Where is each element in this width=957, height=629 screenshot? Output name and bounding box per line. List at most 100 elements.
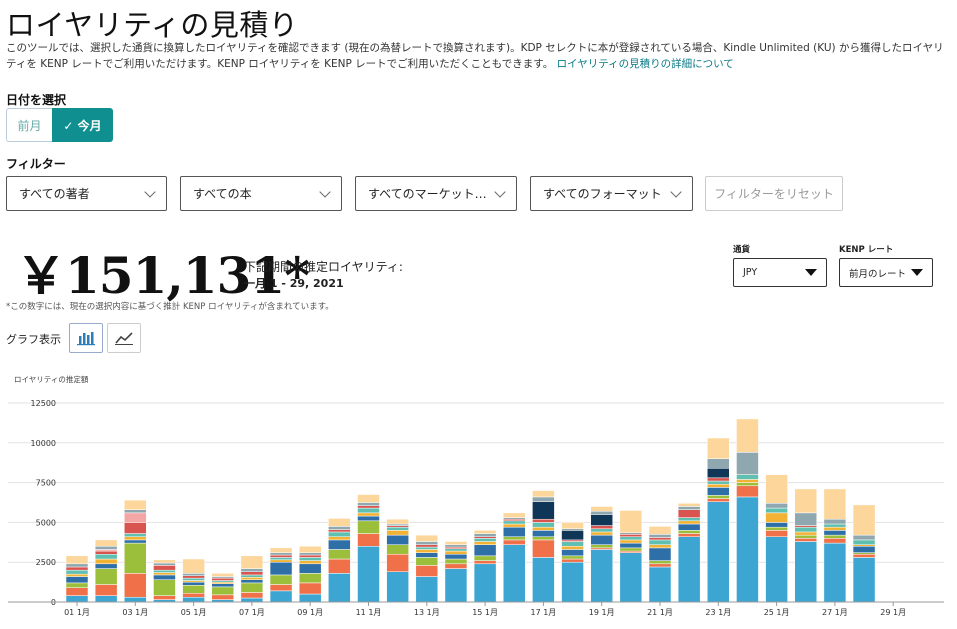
bar-segment[interactable] (648, 537, 672, 541)
bar-segment[interactable] (736, 496, 759, 603)
bar-segment[interactable] (590, 514, 613, 526)
bar-segment[interactable] (590, 549, 613, 603)
bar-segment[interactable] (794, 538, 817, 542)
bar-segment[interactable] (357, 507, 380, 514)
bar-segment[interactable] (532, 536, 555, 541)
bar-segment[interactable] (736, 482, 759, 487)
bar-segment[interactable] (240, 577, 264, 580)
kenp-rate-select[interactable]: 前月のレート (839, 258, 933, 287)
bar-segment[interactable] (328, 518, 351, 527)
bar-segment[interactable] (561, 541, 584, 547)
bar-segment[interactable] (532, 501, 555, 520)
bar-segment[interactable] (211, 577, 234, 581)
bar-segment[interactable] (590, 525, 613, 530)
bar-segment[interactable] (65, 555, 89, 565)
bar-segment[interactable] (240, 597, 264, 603)
bar-segment[interactable] (124, 509, 147, 514)
bar-segment[interactable] (124, 499, 147, 510)
bar-segment[interactable] (415, 549, 439, 553)
bar-segment[interactable] (65, 573, 89, 577)
bar-segment[interactable] (124, 596, 147, 603)
bar-segment[interactable] (765, 530, 788, 537)
bar-segment[interactable] (707, 487, 730, 496)
bar-segment[interactable] (298, 582, 322, 595)
bar-segment[interactable] (94, 558, 118, 565)
bar-segment[interactable] (211, 586, 234, 596)
bar-segment[interactable] (677, 536, 701, 603)
bar-segment[interactable] (503, 523, 526, 528)
bar-segment[interactable] (415, 557, 439, 566)
bar-segment[interactable] (65, 587, 89, 596)
bar-segment[interactable] (386, 534, 409, 545)
bar-segment[interactable] (677, 503, 701, 507)
bar-segment[interactable] (298, 563, 322, 574)
bar-segment[interactable] (415, 576, 439, 603)
bar-segment[interactable] (124, 539, 147, 544)
bar-segment[interactable] (357, 520, 380, 534)
bar-segment[interactable] (182, 585, 205, 594)
bar-segment[interactable] (211, 594, 234, 600)
bar-segment[interactable] (736, 479, 759, 483)
bar-segment[interactable] (561, 530, 584, 541)
bar-segment[interactable] (153, 562, 176, 566)
bar-segment[interactable] (532, 522, 555, 528)
bar-segment[interactable] (94, 563, 118, 569)
bar-segment[interactable] (124, 536, 147, 541)
bar-segment[interactable] (473, 544, 497, 557)
bar-segment[interactable] (182, 596, 205, 603)
bar-segment[interactable] (357, 502, 380, 506)
bar-segment[interactable] (619, 536, 643, 541)
bar-segment[interactable] (765, 503, 788, 509)
bar-segment[interactable] (386, 530, 409, 536)
bar-segment[interactable] (124, 522, 147, 534)
bar-segment[interactable] (298, 554, 322, 558)
bar-segment[interactable] (269, 584, 293, 592)
bar-segment[interactable] (794, 512, 817, 526)
bar-segment[interactable] (153, 579, 176, 596)
bar-segment[interactable] (765, 474, 788, 504)
author-filter-dropdown[interactable]: すべての著者 (6, 176, 167, 211)
bar-segment[interactable] (677, 523, 701, 531)
bar-segment[interactable] (65, 566, 89, 571)
bar-segment[interactable] (124, 542, 147, 574)
bar-segment[interactable] (473, 563, 497, 603)
bar-segment[interactable] (648, 534, 672, 538)
bar-segment[interactable] (852, 557, 876, 603)
bar-segment[interactable] (852, 534, 876, 541)
bar-segment[interactable] (707, 468, 730, 479)
bar-segment[interactable] (736, 452, 759, 475)
bar-segment[interactable] (619, 552, 643, 603)
bar-segment[interactable] (561, 546, 584, 550)
bar-segment[interactable] (532, 496, 555, 502)
bar-segment[interactable] (532, 530, 555, 537)
bar-segment[interactable] (269, 590, 293, 603)
bar-segment[interactable] (298, 560, 322, 565)
bar-segment[interactable] (357, 505, 380, 509)
bar-segment[interactable] (794, 526, 817, 533)
bar-segment[interactable] (415, 546, 439, 550)
bar-segment[interactable] (794, 534, 817, 539)
bar-segment[interactable] (328, 529, 351, 533)
bar-segment[interactable] (648, 526, 672, 535)
bar-segment[interactable] (65, 582, 89, 588)
this-month-button[interactable]: ✓ 今月 (52, 108, 113, 142)
bar-segment[interactable] (415, 552, 439, 558)
bar-segment[interactable] (648, 563, 672, 568)
bar-segment[interactable] (269, 547, 293, 553)
bar-segment[interactable] (298, 552, 322, 556)
bar-segment[interactable] (532, 557, 555, 603)
bar-segment[interactable] (182, 581, 205, 586)
bar-segment[interactable] (298, 573, 322, 584)
currency-select[interactable]: JPY (733, 258, 827, 287)
bar-segment[interactable] (765, 522, 788, 528)
bar-segment[interactable] (794, 541, 817, 603)
bar-segment[interactable] (94, 553, 118, 560)
bar-segment[interactable] (765, 536, 788, 603)
bar-segment[interactable] (298, 546, 322, 553)
bar-segment[interactable] (707, 458, 730, 469)
bar-segment[interactable] (269, 559, 293, 563)
details-link[interactable]: ロイヤリティの見積りの詳細について (557, 58, 734, 70)
bar-segment[interactable] (240, 574, 264, 578)
bar-segment[interactable] (823, 538, 847, 544)
bar-segment[interactable] (794, 488, 817, 514)
